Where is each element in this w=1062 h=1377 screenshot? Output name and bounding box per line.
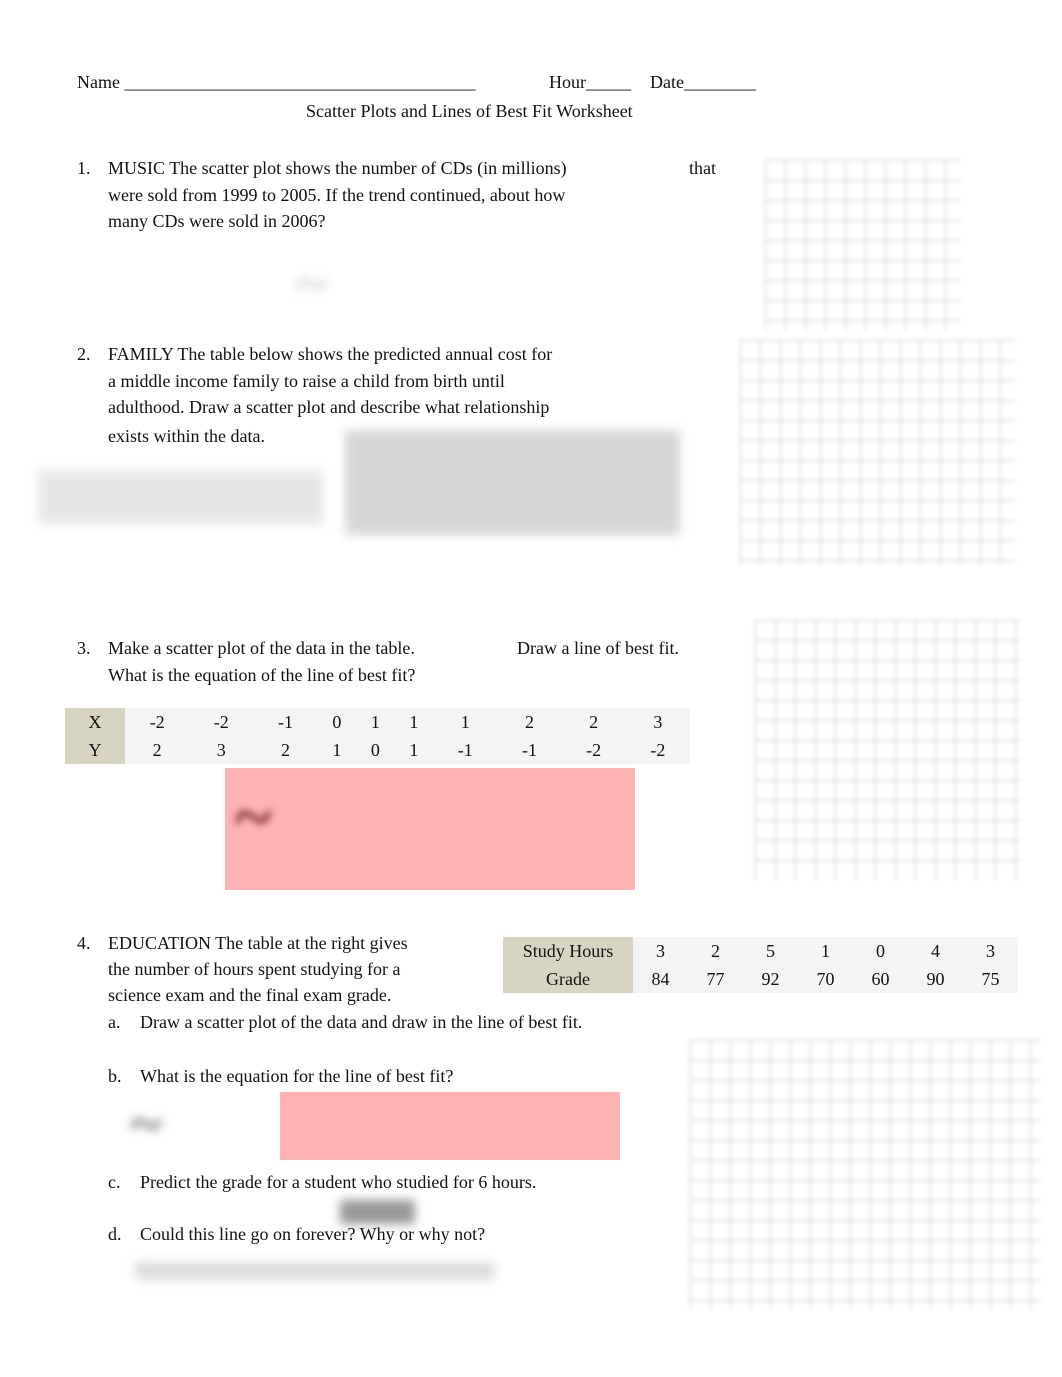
cell: 2: [125, 736, 190, 764]
cell: 5: [743, 937, 798, 965]
cell: 60: [853, 965, 908, 993]
cell: 70: [798, 965, 853, 993]
q1-text: that: [689, 158, 716, 178]
q2-data-table: [345, 430, 680, 535]
cell: -1: [433, 736, 498, 764]
q4d-letter: d.: [108, 1224, 122, 1244]
cell: 2: [497, 708, 562, 736]
q2-text: a middle income family to raise a child …: [108, 371, 505, 391]
x-label: X: [65, 708, 125, 736]
q4-text: EDUCATION The table at the right gives: [108, 933, 408, 953]
q1-scatter-plot: [765, 160, 960, 330]
table-row: Grade 84 77 92 70 60 90 75: [503, 965, 1018, 993]
cell: -1: [497, 736, 562, 764]
cell: 77: [688, 965, 743, 993]
cell: -2: [125, 708, 190, 736]
cell: 3: [633, 937, 688, 965]
cell: 1: [394, 736, 434, 764]
cell: 3: [189, 736, 254, 764]
cell: 1: [317, 736, 357, 764]
q3-text: What is the equation of the line of best…: [108, 665, 416, 685]
grade-label: Grade: [503, 965, 633, 993]
cell: 90: [908, 965, 963, 993]
page-title: Scatter Plots and Lines of Best Fit Work…: [306, 101, 633, 121]
cell: 84: [633, 965, 688, 993]
cell: 1: [394, 708, 434, 736]
q4b-handwritten-answer: ~: [130, 1091, 163, 1157]
hours-label: Study Hours: [503, 937, 633, 965]
q3-handwritten-answer: ~: [235, 779, 272, 856]
q3-answer-highlight: ~: [225, 768, 635, 890]
q2-text: adulthood. Draw a scatter plot and descr…: [108, 397, 550, 417]
q3-text: Make a scatter plot of the data in the t…: [108, 638, 415, 658]
cell: 1: [798, 937, 853, 965]
cell: -1: [253, 708, 318, 736]
q4-number: 4.: [77, 933, 91, 953]
cell: -2: [189, 708, 254, 736]
q2-handwritten-answer: [38, 470, 323, 525]
cell: 2: [688, 937, 743, 965]
q2-scatter-plot: [740, 340, 1015, 565]
q1-handwritten-answer: ~: [295, 251, 328, 317]
date-field[interactable]: Date________: [650, 72, 756, 93]
q1-text: many CDs were sold in 2006?: [108, 211, 326, 231]
cell: 2: [561, 708, 626, 736]
cell: 3: [963, 937, 1018, 965]
q3-text: Draw a line of best fit.: [517, 638, 679, 658]
cell: -2: [561, 736, 626, 764]
table-row: X -2 -2 -1 0 1 1 1 2 2 3: [65, 708, 690, 736]
cell: 1: [433, 708, 498, 736]
q2-text: exists within the data.: [108, 426, 265, 446]
cell: 2: [253, 736, 318, 764]
cell: 4: [908, 937, 963, 965]
q4c-text: Predict the grade for a student who stud…: [140, 1172, 537, 1192]
q4a-text: Draw a scatter plot of the data and draw…: [140, 1012, 583, 1032]
q4-text: science exam and the final exam grade.: [108, 985, 392, 1005]
cell: 1: [356, 708, 395, 736]
q4a-letter: a.: [108, 1012, 121, 1032]
worksheet-page: Name ___________________________________…: [0, 0, 1062, 1377]
q2-number: 2.: [77, 344, 91, 364]
table-row: Study Hours 3251043: [503, 937, 1018, 965]
cell: 75: [963, 965, 1018, 993]
name-field[interactable]: Name ___________________________________…: [77, 72, 475, 93]
cell: 0: [853, 937, 908, 965]
q3-data-table: X -2 -2 -1 0 1 1 1 2 2 3 Y 2 3 2 1 0 1 -1 -1 -2 -2: [65, 708, 690, 764]
q4c-letter: c.: [108, 1172, 121, 1192]
q4b-text: What is the equation for the line of bes…: [140, 1066, 454, 1086]
q4d-handwritten-answer: [135, 1262, 495, 1280]
q4-text: the number of hours spent studying for a: [108, 959, 401, 979]
q4c-handwritten-answer: [340, 1200, 415, 1224]
cell: -2: [625, 736, 690, 764]
hour-field[interactable]: Hour_____: [549, 72, 631, 93]
q3-number: 3.: [77, 638, 91, 658]
q1-number: 1.: [77, 158, 91, 178]
q1-text: were sold from 1999 to 2005. If the tren…: [108, 185, 566, 205]
cell: 0: [317, 708, 357, 736]
y-label: Y: [65, 736, 125, 764]
q2-text: FAMILY The table below shows the predict…: [108, 344, 553, 364]
cell: 3: [625, 708, 690, 736]
q4-scatter-plot: [690, 1040, 1040, 1310]
q3-scatter-plot: [755, 620, 1020, 880]
q1-text: MUSIC The scatter plot shows the number …: [108, 158, 567, 178]
q4-data-table: Study Hours 3251043 Grade 84 77 92 70 60 90 75: [503, 937, 1018, 993]
cell: 92: [743, 965, 798, 993]
q4d-text: Could this line go on forever? Why or wh…: [140, 1224, 486, 1244]
table-row: Y 2 3 2 1 0 1 -1 -1 -2 -2: [65, 736, 690, 764]
q4b-letter: b.: [108, 1066, 122, 1086]
cell: 0: [356, 736, 395, 764]
